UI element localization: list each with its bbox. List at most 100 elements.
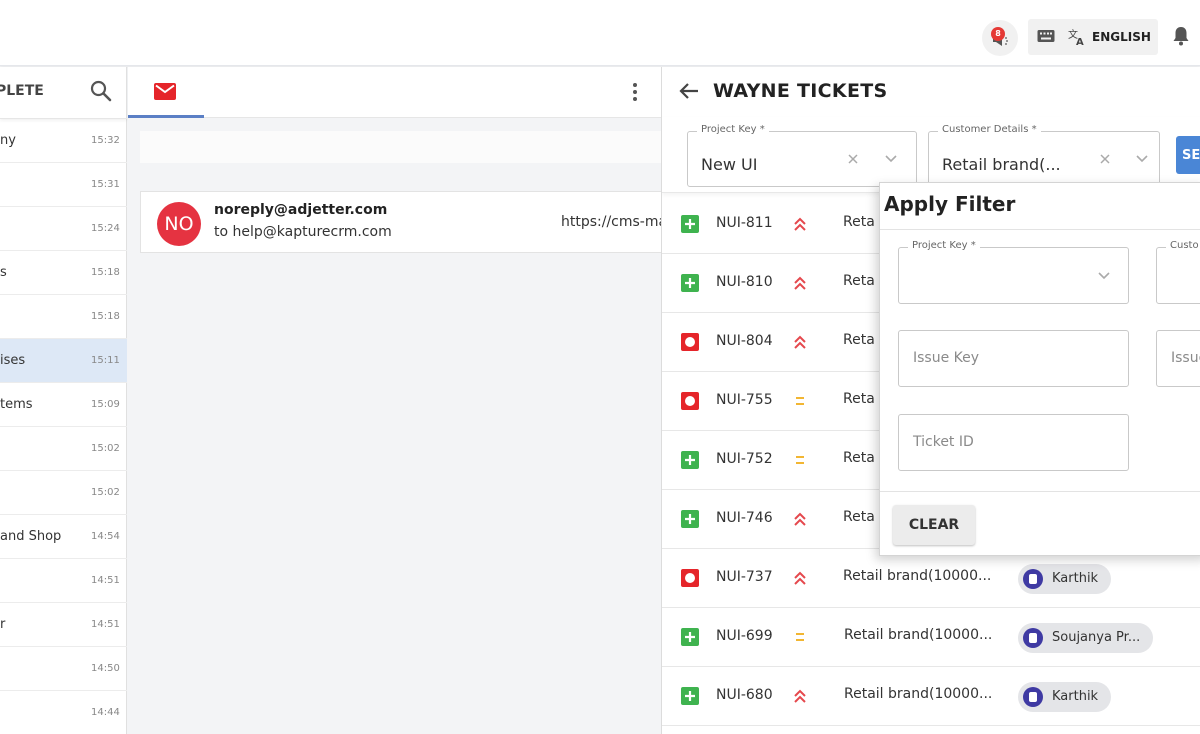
conversation-time: 15:02 — [91, 487, 120, 498]
back-arrow-icon[interactable] — [678, 81, 700, 101]
conversation-time: 15:11 — [91, 355, 120, 366]
conversation-time: 15:24 — [91, 223, 120, 234]
language-selector[interactable]: 文 A ENGLISH — [1028, 19, 1158, 55]
assignee-chip[interactable]: Karthik — [1018, 564, 1112, 594]
story-type-icon — [681, 687, 699, 705]
sender-avatar: NO — [157, 202, 201, 246]
ticket-key[interactable]: NUI-804 — [716, 333, 773, 349]
tickets-header: WAYNE TICKETS — [662, 67, 1200, 117]
user-avatar-icon — [1023, 687, 1043, 707]
conversation-item[interactable]: ny 15:32 — [0, 119, 127, 163]
conversation-filter-title[interactable]: PLETE — [0, 83, 44, 99]
assignee-chip[interactable]: Karthik — [1018, 682, 1112, 712]
top-bar: 8 文 A ENGLISH — [0, 0, 1200, 66]
ticket-key[interactable]: NUI-737 — [716, 569, 773, 585]
bug-type-icon — [681, 392, 699, 410]
customer-details-select[interactable]: Customer Details * Retail brand(... — [928, 124, 1160, 187]
conversation-item[interactable]: 14:51 — [0, 559, 127, 603]
email-to: to help@kapturecrm.com — [214, 224, 392, 240]
customer-details-value: Retail brand(... — [942, 155, 1061, 174]
conversation-list-header: PLETE — [0, 67, 127, 119]
ticket-key[interactable]: NUI-699 — [716, 628, 773, 644]
email-thread-panel: NO noreply@adjetter.com to help@kapturec… — [128, 67, 661, 734]
story-type-icon — [681, 628, 699, 646]
email-link-preview[interactable]: https://cms-ma — [561, 214, 661, 230]
priority-high-icon — [794, 571, 806, 585]
ticket-key[interactable]: NUI-680 — [716, 687, 773, 703]
conversation-item[interactable]: 15:18 — [0, 295, 127, 339]
conversation-item[interactable]: 15:31 — [0, 163, 127, 207]
conversation-item[interactable]: 14:44 — [0, 691, 127, 734]
conversation-item[interactable]: 15:24 — [0, 207, 127, 251]
conversation-item[interactable]: 15:02 — [0, 471, 127, 515]
issue-input[interactable]: Issue — [1156, 330, 1200, 387]
filter-customer-select[interactable]: Custo — [1156, 240, 1200, 304]
story-type-icon — [681, 215, 699, 233]
tab-email[interactable] — [128, 67, 204, 118]
notification-count-badge: 8 — [991, 27, 1005, 41]
conversation-time: 14:50 — [91, 663, 120, 674]
conversation-time: 15:18 — [91, 267, 120, 278]
conversation-item[interactable]: 14:50 — [0, 647, 127, 691]
conversation-name: and Shop — [0, 529, 62, 544]
conversation-name: tems — [0, 397, 33, 412]
conversation-item-active[interactable]: ises 15:11 — [0, 339, 127, 383]
conversation-name: s — [0, 265, 7, 280]
ticket-key[interactable]: NUI-752 — [716, 451, 773, 467]
priority-high-icon — [794, 689, 806, 703]
priority-high-icon — [794, 276, 806, 290]
priority-high-icon — [794, 217, 806, 231]
conversation-name: ises — [0, 353, 26, 368]
conversation-time: 15:18 — [91, 311, 120, 322]
conversation-item[interactable]: 15:02 — [0, 427, 127, 471]
bug-type-icon — [681, 569, 699, 587]
notifications-button[interactable]: 8 — [982, 20, 1018, 56]
ticket-row[interactable]: NUI-699 Retail brand(10000... Soujanya P… — [662, 608, 1200, 667]
conversation-time: 14:51 — [91, 575, 120, 586]
filter-project-key-select[interactable]: Project Key * — [898, 240, 1129, 304]
email-message-card[interactable]: NO noreply@adjetter.com to help@kapturec… — [140, 191, 661, 253]
ticket-summary: Reta — [843, 273, 875, 289]
ticket-key[interactable]: NUI-746 — [716, 510, 773, 526]
priority-high-icon — [794, 512, 806, 526]
issue-placeholder: Issue — [1171, 350, 1200, 366]
search-button[interactable]: SEA — [1176, 136, 1200, 174]
search-icon[interactable] — [90, 80, 112, 102]
ticket-row[interactable]: NUI-680 Retail brand(10000... Karthik — [662, 667, 1200, 726]
ticket-id-input[interactable]: Ticket ID — [898, 414, 1129, 471]
issue-key-input[interactable]: Issue Key — [898, 330, 1129, 387]
conversation-time: 14:44 — [91, 707, 120, 718]
priority-medium-icon — [796, 397, 804, 405]
clear-button[interactable]: CLEAR — [893, 505, 975, 545]
conversation-item[interactable]: tems 15:09 — [0, 383, 127, 427]
more-options-icon[interactable] — [628, 81, 642, 103]
apply-filter-popup: Apply Filter Project Key * Custo Issue K… — [879, 182, 1200, 556]
divider — [880, 491, 1200, 492]
assignee-chip[interactable]: Soujanya Pr... — [1018, 623, 1154, 653]
ticket-key[interactable]: NUI-755 — [716, 392, 773, 408]
conversation-item[interactable]: r 14:51 — [0, 603, 127, 647]
svg-text:A: A — [1076, 37, 1084, 46]
ticket-key[interactable]: NUI-811 — [716, 215, 773, 231]
priority-medium-icon — [796, 456, 804, 464]
conversation-time: 14:54 — [91, 531, 120, 542]
chevron-down-icon[interactable] — [884, 154, 898, 164]
story-type-icon — [681, 274, 699, 292]
ticket-summary: Retail brand(10000... — [843, 568, 992, 584]
priority-high-icon — [794, 335, 806, 349]
tickets-title: WAYNE TICKETS — [713, 80, 888, 102]
clear-icon[interactable] — [1099, 153, 1111, 165]
issue-key-placeholder: Issue Key — [913, 350, 980, 366]
conversation-item[interactable]: and Shop 14:54 — [0, 515, 127, 559]
assignee-name: Soujanya Pr... — [1052, 630, 1141, 645]
ticket-row[interactable]: NUI-737 Retail brand(10000... Karthik — [662, 549, 1200, 608]
conversation-time: 15:31 — [91, 179, 120, 190]
conversation-item[interactable]: s 15:18 — [0, 251, 127, 295]
clear-icon[interactable] — [847, 153, 859, 165]
ticket-key[interactable]: NUI-810 — [716, 274, 773, 290]
bell-icon[interactable] — [1172, 26, 1190, 46]
chevron-down-icon[interactable] — [1135, 154, 1149, 164]
story-type-icon — [681, 451, 699, 469]
project-key-select[interactable]: Project Key * New UI — [687, 124, 917, 187]
chevron-down-icon[interactable] — [1097, 271, 1111, 281]
